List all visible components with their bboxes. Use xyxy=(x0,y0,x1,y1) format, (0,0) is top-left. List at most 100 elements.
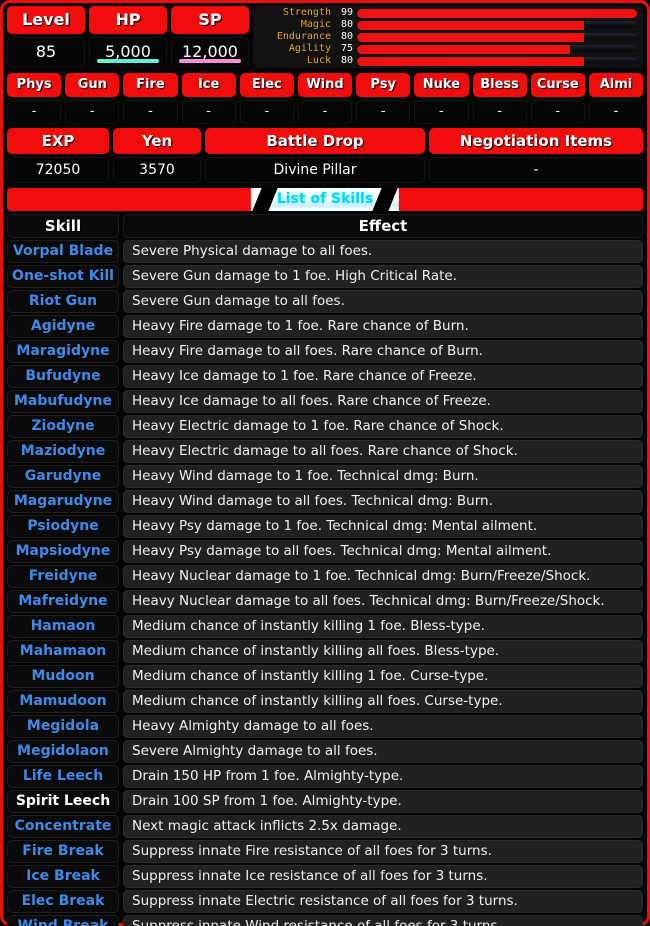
stat-bar-chart: Strength 99 Magic 80 Endurance 80 Agility 75 Luc… xyxy=(253,6,643,68)
skill-name[interactable]: Mafreidyne xyxy=(7,590,119,613)
stat-value: 75 xyxy=(340,43,353,54)
stat-bar-fill xyxy=(357,32,584,42)
affinity-cell-elec: Elec - xyxy=(239,73,294,124)
affinity-cell-curse: Curse - xyxy=(530,73,585,124)
affinity-cell-bless: Bless - xyxy=(472,73,527,124)
stat-row: Magic 80 xyxy=(257,19,637,31)
table-row[interactable]: Ice Break Suppress innate Ice resistance … xyxy=(7,865,643,888)
stat-bar-track xyxy=(357,56,637,66)
table-row[interactable]: Freidyne Heavy Nuclear damage to 1 foe. T… xyxy=(7,565,643,588)
table-row[interactable]: Wind Break Suppress innate Wind resistanc… xyxy=(7,915,643,926)
table-row[interactable]: Riot Gun Severe Gun damage to all foes. xyxy=(7,290,643,313)
table-row[interactable]: Mapsiodyne Heavy Psy damage to all foes. … xyxy=(7,540,643,563)
affinity-label: Curse xyxy=(530,73,585,97)
skill-effect: Drain 100 SP from 1 foe. Almighty-type. xyxy=(123,790,643,813)
hp-underline-bar xyxy=(97,59,159,63)
table-row[interactable]: Psiodyne Heavy Psy damage to 1 foe. Techn… xyxy=(7,515,643,538)
skill-name[interactable]: Spirit Leech xyxy=(7,790,119,813)
skill-name[interactable]: Ice Break xyxy=(7,865,119,888)
level-label: Level xyxy=(7,6,85,34)
table-row[interactable]: Mahamaon Medium chance of instantly killi… xyxy=(7,640,643,663)
skill-name[interactable]: Agidyne xyxy=(7,315,119,338)
stat-value: 80 xyxy=(340,31,353,42)
skill-name[interactable]: One-shot Kill xyxy=(7,265,119,288)
skill-effect: Next magic attack inflicts 2.5x damage. xyxy=(123,815,643,838)
stat-row: Agility 75 xyxy=(257,43,637,55)
table-row[interactable]: One-shot Kill Severe Gun damage to 1 foe.… xyxy=(7,265,643,288)
table-row[interactable]: Mafreidyne Heavy Nuclear damage to all fo… xyxy=(7,590,643,613)
table-row[interactable]: Garudyne Heavy Wind damage to 1 foe. Tech… xyxy=(7,465,643,488)
table-row[interactable]: Vorpal Blade Severe Physical damage to al… xyxy=(7,240,643,263)
skill-name[interactable]: Fire Break xyxy=(7,840,119,863)
table-row[interactable]: Concentrate Next magic attack inflicts 2.… xyxy=(7,815,643,838)
skill-name[interactable]: Bufudyne xyxy=(7,365,119,388)
battle-drop-cell: Battle Drop Divine Pillar xyxy=(205,128,425,183)
affinity-value: - xyxy=(239,100,294,124)
skill-name[interactable]: Concentrate xyxy=(7,815,119,838)
skill-name[interactable]: Life Leech xyxy=(7,765,119,788)
table-row[interactable]: Elec Break Suppress innate Electric resis… xyxy=(7,890,643,913)
skill-name[interactable]: Elec Break xyxy=(7,890,119,913)
skill-name[interactable]: Ziodyne xyxy=(7,415,119,438)
skill-name[interactable]: Vorpal Blade xyxy=(7,240,119,263)
affinity-label: Psy xyxy=(356,73,411,97)
skill-effect: Medium chance of instantly killing all f… xyxy=(123,690,643,713)
skill-effect: Heavy Psy damage to 1 foe. Technical dmg… xyxy=(123,515,643,538)
skill-name[interactable]: Mabufudyne xyxy=(7,390,119,413)
skill-name[interactable]: Maragidyne xyxy=(7,340,119,363)
skill-name[interactable]: Garudyne xyxy=(7,465,119,488)
skill-effect: Severe Physical damage to all foes. xyxy=(123,240,643,263)
stat-bar-fill xyxy=(357,20,584,30)
skill-name[interactable]: Freidyne xyxy=(7,565,119,588)
skill-name[interactable]: Wind Break xyxy=(7,915,119,926)
table-row[interactable]: Maziodyne Heavy Electric damage to all fo… xyxy=(7,440,643,463)
affinity-label: Elec xyxy=(239,73,294,97)
negotiation-items-value: - xyxy=(429,157,643,183)
skill-name[interactable]: Megidolaon xyxy=(7,740,119,763)
affinity-value: - xyxy=(65,100,120,124)
affinity-value: - xyxy=(297,100,353,124)
affinity-label: Fire xyxy=(123,73,178,97)
skill-effect: Heavy Fire damage to all foes. Rare chan… xyxy=(123,340,643,363)
table-row[interactable]: Mudoon Medium chance of instantly killing… xyxy=(7,665,643,688)
stat-name: Agility xyxy=(288,43,331,54)
yen-value: 3570 xyxy=(113,157,201,183)
table-row[interactable]: Spirit Leech Drain 100 SP from 1 foe. Alm… xyxy=(7,790,643,813)
battle-drop-value: Divine Pillar xyxy=(205,157,425,183)
skill-effect: Drain 150 HP from 1 foe. Almighty-type. xyxy=(123,765,643,788)
affinity-cell-wind: Wind - xyxy=(297,73,353,124)
table-row[interactable]: Hamaon Medium chance of instantly killing… xyxy=(7,615,643,638)
stat-bar-fill xyxy=(357,44,570,54)
skill-name[interactable]: Riot Gun xyxy=(7,290,119,313)
table-row[interactable]: Fire Break Suppress innate Fire resistanc… xyxy=(7,840,643,863)
table-row[interactable]: Mamudoon Medium chance of instantly killi… xyxy=(7,690,643,713)
stat-value: 80 xyxy=(340,55,353,66)
skill-name[interactable]: Hamaon xyxy=(7,615,119,638)
sp-cell: SP 12,000 xyxy=(171,6,249,67)
battle-drop-label: Battle Drop xyxy=(205,128,425,154)
table-row[interactable]: Maragidyne Heavy Fire damage to all foes.… xyxy=(7,340,643,363)
skill-name[interactable]: Maziodyne xyxy=(7,440,119,463)
table-row[interactable]: Mabufudyne Heavy Ice damage to all foes. … xyxy=(7,390,643,413)
table-row[interactable]: Megidolaon Severe Almighty damage to all … xyxy=(7,740,643,763)
sp-value-box: 12,000 xyxy=(171,37,249,67)
yen-cell: Yen 3570 xyxy=(113,128,201,183)
skill-name[interactable]: Megidola xyxy=(7,715,119,738)
table-row[interactable]: Ziodyne Heavy Electric damage to 1 foe. R… xyxy=(7,415,643,438)
skill-name[interactable]: Psiodyne xyxy=(7,515,119,538)
skill-name[interactable]: Mamudoon xyxy=(7,690,119,713)
exp-cell: EXP 72050 xyxy=(7,128,109,183)
table-row[interactable]: Magarudyne Heavy Wind damage to all foes.… xyxy=(7,490,643,513)
skill-name[interactable]: Mapsiodyne xyxy=(7,540,119,563)
skill-name[interactable]: Magarudyne xyxy=(7,490,119,513)
list-of-skills-tab: List of Skills xyxy=(250,188,400,211)
skill-name[interactable]: Mudoon xyxy=(7,665,119,688)
table-row[interactable]: Megidola Heavy Almighty damage to all foe… xyxy=(7,715,643,738)
affinity-cell-ice: Ice - xyxy=(181,73,236,124)
skill-name[interactable]: Mahamaon xyxy=(7,640,119,663)
table-row[interactable]: Bufudyne Heavy Ice damage to 1 foe. Rare … xyxy=(7,365,643,388)
negotiation-items-label: Negotiation Items xyxy=(429,128,643,154)
table-row[interactable]: Life Leech Drain 150 HP from 1 foe. Almig… xyxy=(7,765,643,788)
effect-column-header: Effect xyxy=(123,214,643,238)
table-row[interactable]: Agidyne Heavy Fire damage to 1 foe. Rare … xyxy=(7,315,643,338)
